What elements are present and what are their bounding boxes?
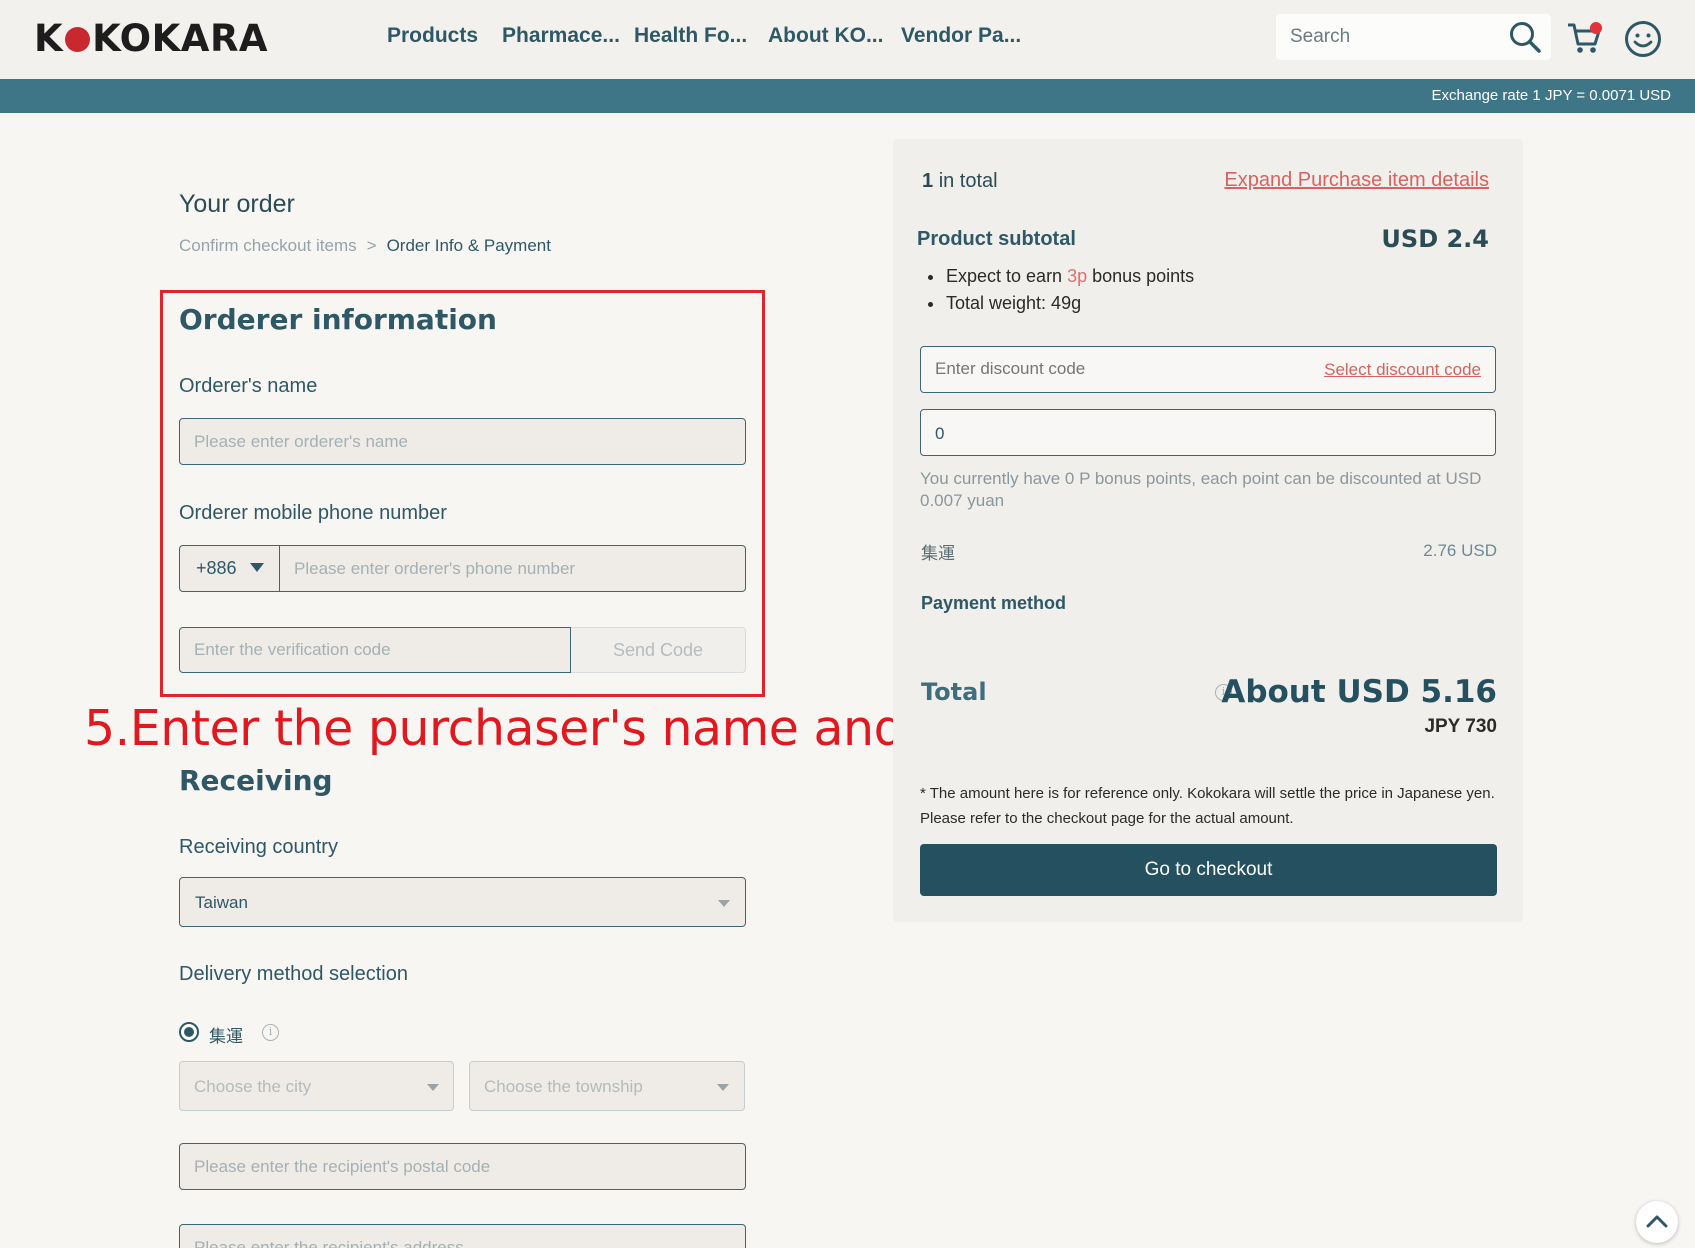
expand-items-link[interactable]: Expand Purchase item details [1224,169,1489,192]
product-subtotal-label: Product subtotal [917,228,1076,250]
bonus-points-item: Expect to earn 3p bonus points [924,266,1194,293]
orderer-name-label: Orderer's name [179,375,318,397]
country-code-value: +886 [196,558,237,578]
city-select-placeholder: Choose the city [194,1077,312,1096]
verification-code-input[interactable] [180,628,570,672]
subtotal-details-list: Expect to earn 3p bonus points Total wei… [924,266,1194,320]
receiving-country-label: Receiving country [179,836,338,858]
info-icon[interactable]: i [262,1024,279,1041]
receiving-country-select[interactable]: Taiwan [179,877,746,927]
logo[interactable]: K KOKARA [34,17,268,60]
shipping-label: 集運 [921,544,955,564]
exchange-rate-text: Exchange rate 1 JPY = 0.0071 USD [1431,87,1671,104]
search-input[interactable] [1290,24,1495,50]
bonus-points-input-value: 0 [935,424,945,443]
address-input[interactable] [180,1225,745,1248]
send-code-button[interactable]: Send Code [571,627,746,673]
items-count: 1 in total [922,170,998,193]
select-discount-link[interactable]: Select discount code [1324,360,1481,380]
township-select[interactable]: Choose the township [469,1061,745,1111]
page-title: Your order [179,190,295,218]
postal-code-field [179,1143,746,1190]
shipping-value: 2.76 USD [1423,541,1497,560]
delivery-method-label: Delivery method selection [179,963,408,985]
discount-code-input[interactable] [921,347,1301,391]
orderer-name-input[interactable] [180,419,745,464]
total-label: Total [921,678,987,706]
cart-badge [1590,22,1602,34]
items-count-number: 1 [922,170,934,192]
caret-down-icon [250,563,264,572]
receiving-section-title: Receiving [179,764,333,797]
nav-products[interactable]: Products [387,24,478,48]
address-field [179,1224,746,1248]
breadcrumb-step-payment: Order Info & Payment [386,236,551,255]
country-code-select[interactable]: +886 [179,545,280,592]
breadcrumb: Confirm checkout items > Order Info & Paym… [179,236,551,256]
nav-health-food[interactable]: Health Fo... [634,24,747,48]
bonus-points-value: 3p [1067,266,1088,286]
chevron-up-icon [1646,1215,1668,1228]
search-box [1276,14,1551,60]
scroll-to-top-button[interactable] [1636,1201,1678,1243]
postal-code-input[interactable] [180,1144,745,1189]
orderer-phone-input[interactable] [280,546,745,591]
bonus-points-field[interactable]: 0 [920,409,1496,456]
bonus-points-note: You currently have 0 P bonus points, eac… [920,469,1482,510]
nav-vendor[interactable]: Vendor Pa... [901,24,1021,48]
logo-sun-icon [65,27,91,52]
orderer-name-field [179,418,746,465]
items-count-text: in total [938,170,998,192]
township-select-placeholder: Choose the township [484,1077,643,1096]
total-weight-item: Total weight: 49g [924,293,1194,320]
total-jpy-value: JPY 730 [1424,716,1497,737]
orderer-phone-field [279,545,746,592]
go-to-checkout-button[interactable]: Go to checkout [920,844,1497,896]
chevron-down-icon [717,1084,729,1091]
top-header: K KOKARA Products Pharmace... Health Fo..… [0,0,1695,79]
nav-pharmacy[interactable]: Pharmace... [502,24,620,48]
verification-code-field [179,627,571,673]
breadcrumb-step-confirm[interactable]: Confirm checkout items [179,236,357,255]
chevron-down-icon [718,900,730,907]
price-disclaimer: * The amount here is for reference only.… [920,785,1495,827]
delivery-option-label: 集運 [209,1027,243,1047]
city-select[interactable]: Choose the city [179,1061,454,1111]
user-icon[interactable] [1624,20,1662,58]
chevron-down-icon [427,1084,439,1091]
payment-method-label: Payment method [921,593,1067,613]
exchange-rate-bar: Exchange rate 1 JPY = 0.0071 USD [0,79,1695,113]
receiving-country-value: Taiwan [195,893,248,912]
total-usd-value: About USD 5.16 [1221,674,1497,710]
delivery-radio-selected[interactable] [179,1022,199,1042]
nav-about[interactable]: About KO... [768,24,883,48]
product-subtotal-value: USD 2.4 [1381,225,1489,253]
discount-code-field: Select discount code [920,346,1496,393]
search-icon[interactable] [1508,20,1542,54]
orderer-phone-label: Orderer mobile phone number [179,502,447,524]
orderer-section-title: Orderer information [179,303,497,336]
breadcrumb-separator: > [366,236,377,255]
